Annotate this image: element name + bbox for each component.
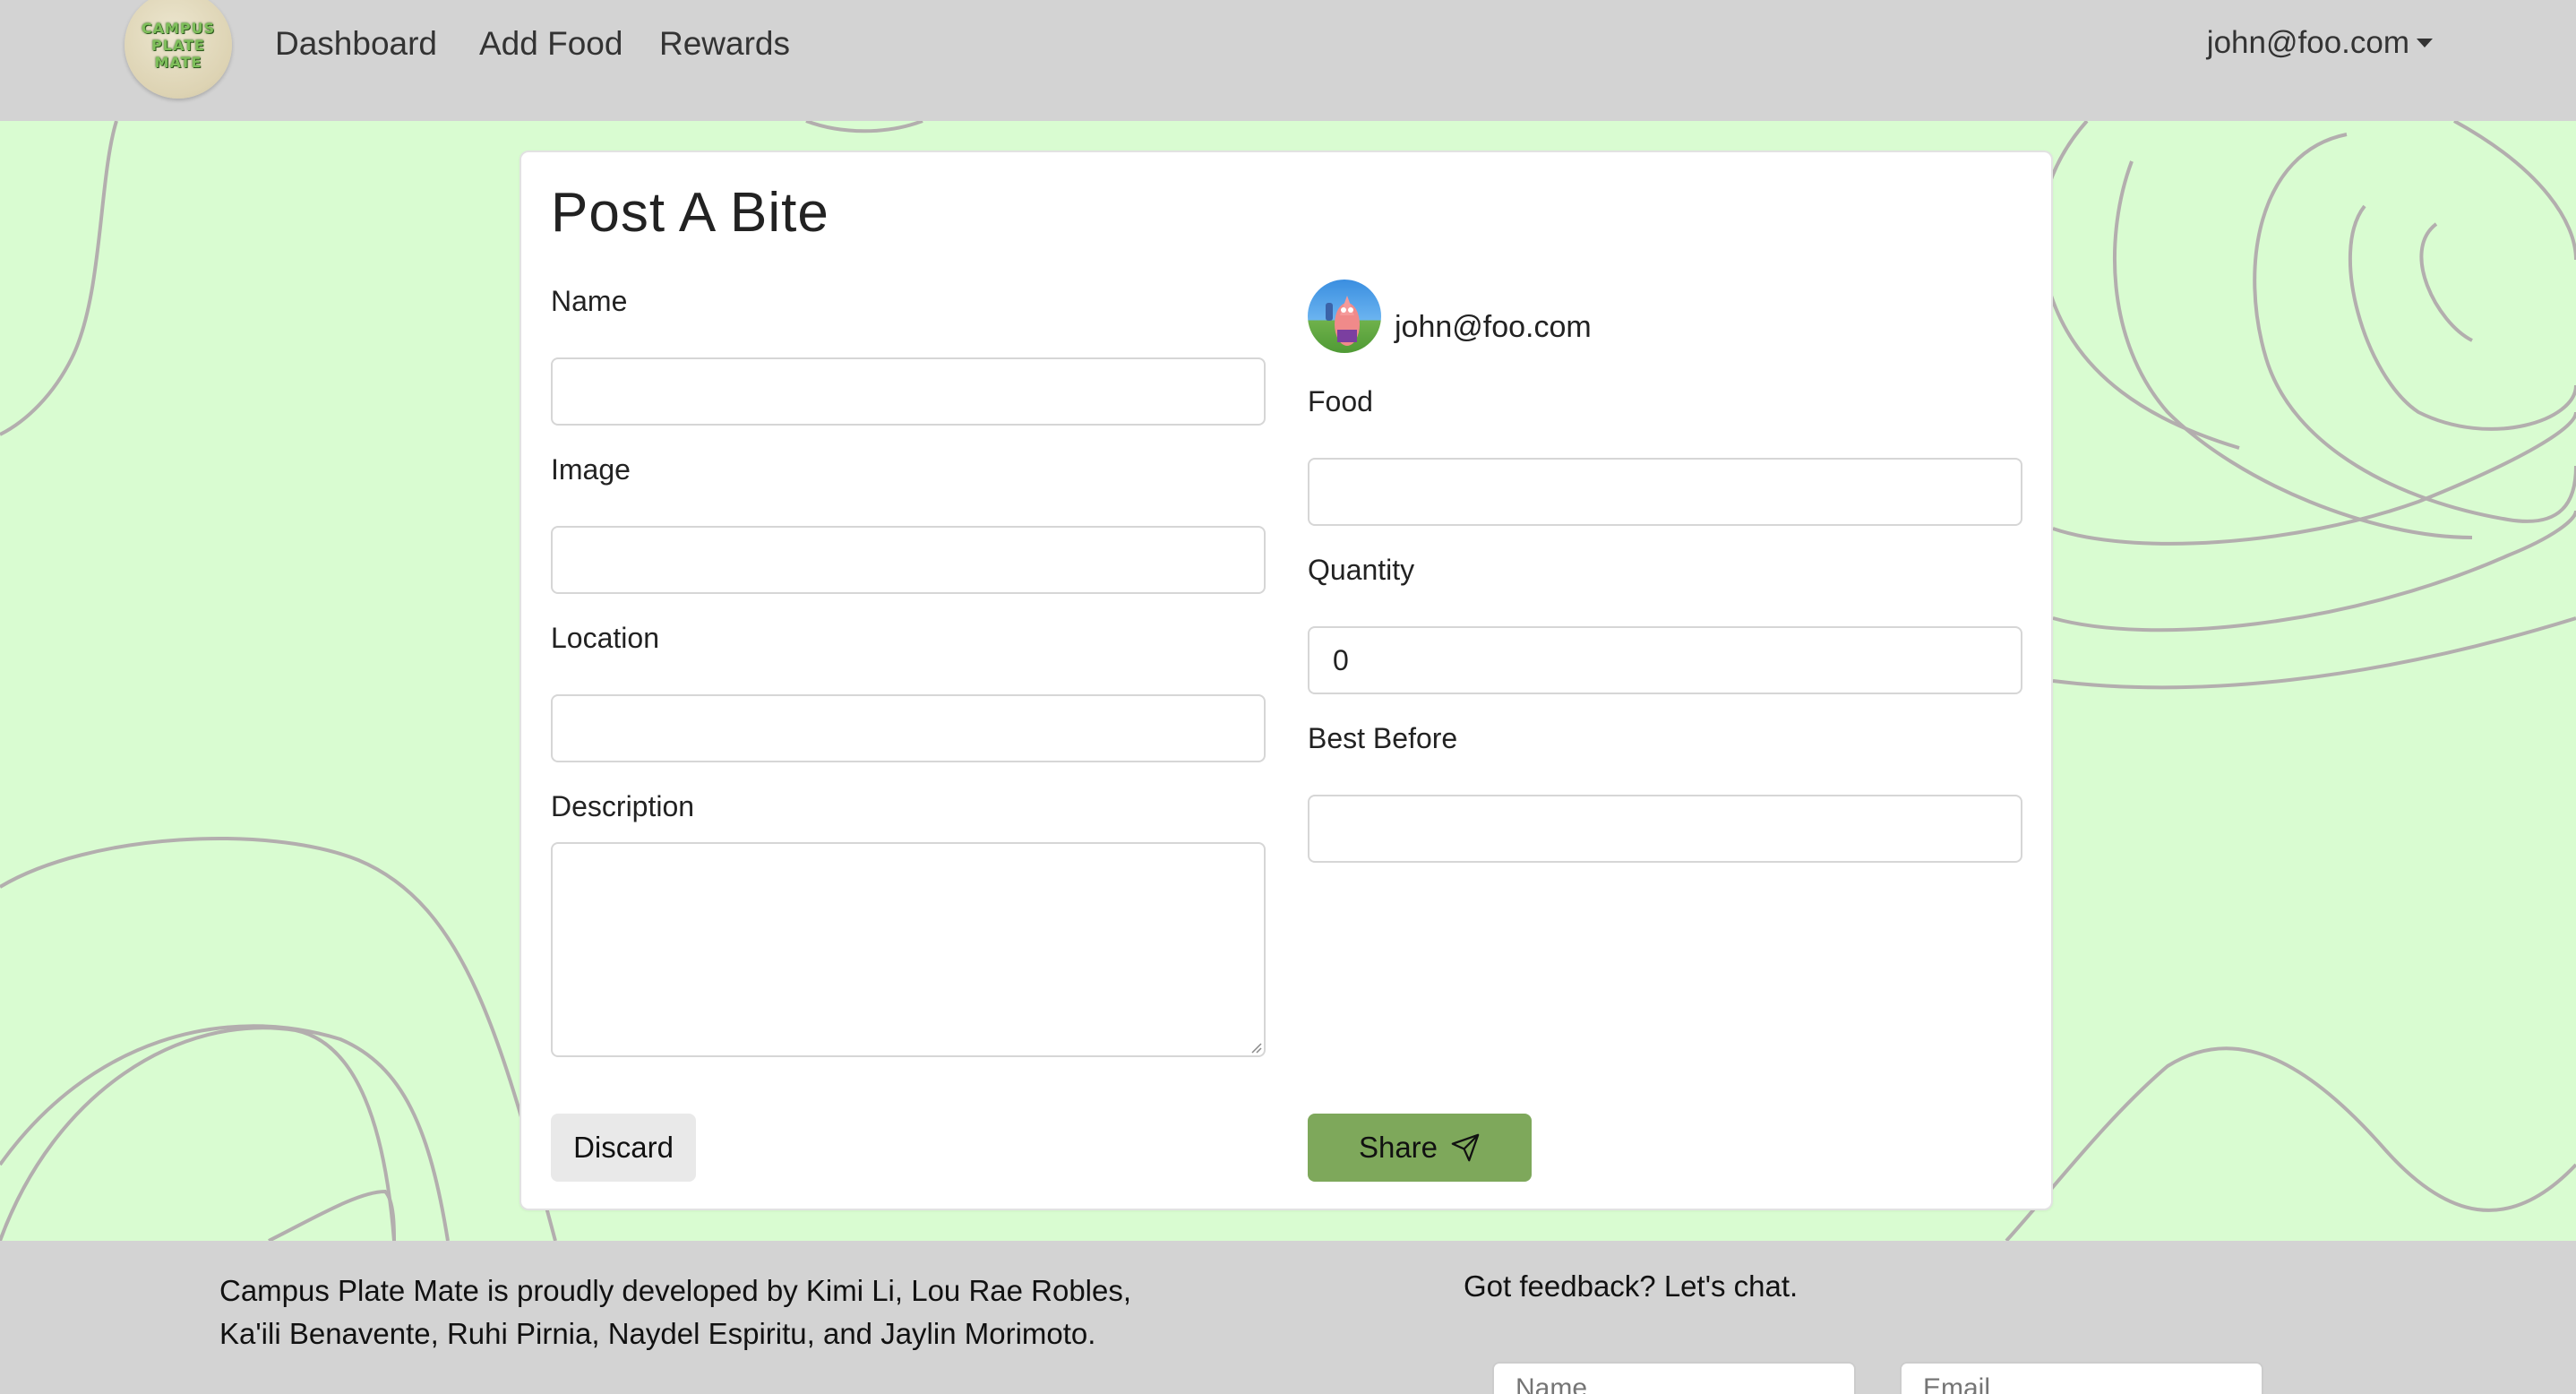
- chevron-down-icon: [2417, 39, 2433, 47]
- user-email: john@foo.com: [2206, 25, 2409, 60]
- feedback-heading: Got feedback? Let's chat.: [1464, 1269, 1799, 1303]
- best-before-input[interactable]: [1308, 795, 2022, 863]
- logo-text-line-3: MATE: [154, 53, 202, 71]
- location-label: Location: [551, 622, 659, 654]
- share-button-label: Share: [1358, 1131, 1438, 1164]
- avatar: [1308, 280, 1381, 353]
- user-dropdown[interactable]: john@foo.com: [2207, 25, 2433, 61]
- resize-handle-icon[interactable]: [1249, 1041, 1262, 1054]
- nav-rewards-link[interactable]: Rewards: [659, 25, 790, 63]
- food-input[interactable]: [1308, 458, 2022, 526]
- description-textarea[interactable]: [551, 842, 1266, 1057]
- footer-credits: Campus Plate Mate is proudly developed b…: [219, 1269, 1214, 1355]
- feedback-email-input[interactable]: [1900, 1362, 2263, 1394]
- quantity-label: Quantity: [1308, 554, 1415, 586]
- post-a-bite-card: Post A Bite Name Image Location Descript…: [519, 151, 2053, 1210]
- image-label: Image: [551, 453, 631, 486]
- owner-email: john@foo.com: [1395, 310, 1592, 344]
- logo-text-line-2: PLATE: [151, 36, 205, 54]
- food-label: Food: [1308, 385, 1373, 417]
- name-input[interactable]: [551, 357, 1266, 426]
- send-icon: [1451, 1133, 1480, 1162]
- description-label: Description: [551, 790, 695, 822]
- name-label: Name: [551, 285, 628, 317]
- page-footer: Campus Plate Mate is proudly developed b…: [0, 1241, 2576, 1394]
- campus-plate-mate-logo[interactable]: CAMPUS PLATE MATE: [125, 0, 232, 99]
- footer-credits-line-1: Campus Plate Mate is proudly developed b…: [219, 1274, 1132, 1307]
- nav-add-food-link[interactable]: Add Food: [479, 25, 623, 63]
- nav-dashboard-link[interactable]: Dashboard: [275, 25, 437, 63]
- image-input[interactable]: [551, 526, 1266, 594]
- footer-credits-line-2: Ka'ili Benavente, Ruhi Pirnia, Naydel Es…: [219, 1317, 1096, 1350]
- page-title: Post A Bite: [551, 182, 829, 244]
- discard-button[interactable]: Discard: [551, 1114, 696, 1182]
- feedback-name-input[interactable]: [1492, 1362, 1856, 1394]
- quantity-input[interactable]: [1308, 626, 2022, 694]
- avatar-photo-icon: [1326, 296, 1360, 346]
- share-button[interactable]: Share: [1308, 1114, 1532, 1182]
- logo-text-line-1: CAMPUS: [141, 19, 216, 37]
- location-input[interactable]: [551, 694, 1266, 762]
- top-navbar: CAMPUS PLATE MATE Dashboard Add Food Rew…: [0, 0, 2576, 121]
- best-before-label: Best Before: [1308, 722, 1458, 754]
